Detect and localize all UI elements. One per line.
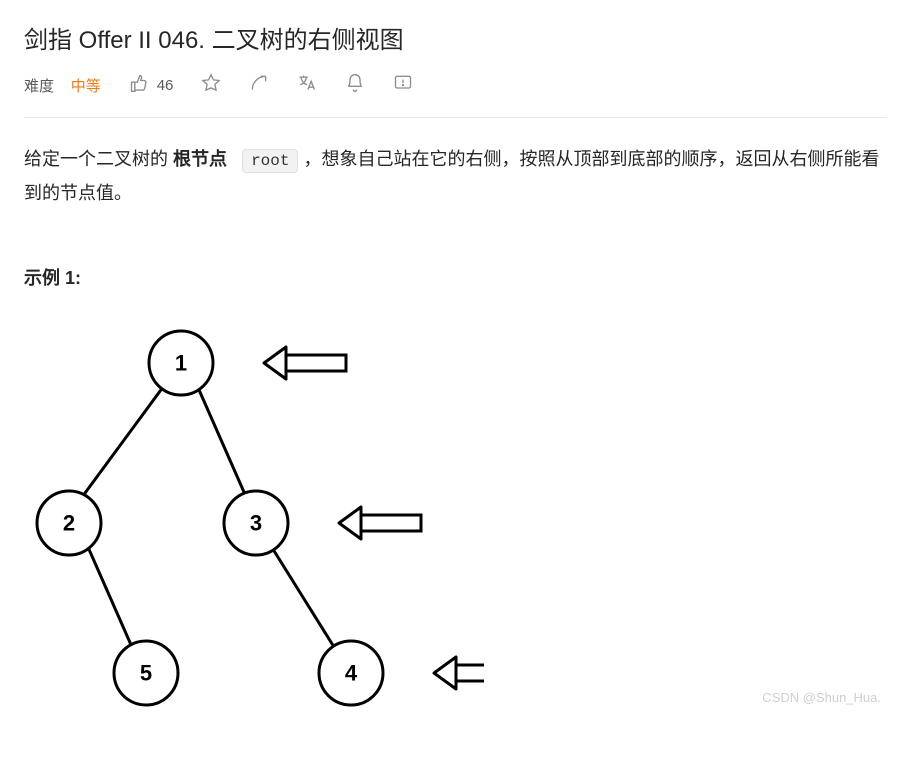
tree-svg: 1 2 3 5 4 [24, 313, 484, 713]
watermark: CSDN @Shun_Hua. [762, 686, 881, 711]
meta-row: 难度 中等 46 [24, 73, 887, 118]
svg-text:2: 2 [63, 510, 75, 535]
difficulty: 难度 中等 [24, 75, 101, 96]
tree-node-5: 5 [114, 641, 178, 705]
desc-strong: 根节点 [173, 149, 227, 169]
feedback-icon [393, 73, 413, 97]
tree-node-3: 3 [224, 491, 288, 555]
translate-icon [297, 73, 317, 97]
notification-button[interactable] [345, 73, 365, 97]
edge-1-3 [196, 383, 251, 508]
tree-diagram: 1 2 3 5 4 [24, 313, 887, 713]
star-icon [201, 73, 221, 97]
svg-text:3: 3 [250, 510, 262, 535]
edge-1-2 [74, 383, 166, 508]
share-button[interactable] [249, 73, 269, 97]
edge-3-4 [266, 538, 344, 663]
svg-text:5: 5 [140, 660, 152, 685]
description-paragraph: 给定一个二叉树的 根节点 root ，想象自己站在它的右侧，按照从顶部到底部的顺… [24, 142, 887, 211]
share-icon [249, 73, 269, 97]
tree-node-1: 1 [149, 331, 213, 395]
favorite-button[interactable] [201, 73, 221, 97]
desc-code: root [242, 149, 298, 173]
arrow-icon [434, 657, 484, 689]
example-heading: 示例 1: [24, 261, 887, 295]
tree-node-4: 4 [319, 641, 383, 705]
arrow-icon [339, 507, 421, 539]
feedback-button[interactable] [393, 73, 413, 97]
page-title: 剑指 Offer II 046. 二叉树的右侧视图 [24, 20, 887, 55]
arrow-icon [264, 347, 346, 379]
bell-icon [345, 73, 365, 97]
like-button[interactable]: 46 [129, 73, 174, 97]
thumbs-up-icon [129, 73, 149, 97]
like-count: 46 [157, 77, 174, 94]
svg-text:1: 1 [175, 350, 187, 375]
problem-description: 给定一个二叉树的 根节点 root ，想象自己站在它的右侧，按照从顶部到底部的顺… [24, 142, 887, 713]
svg-text:4: 4 [345, 660, 358, 685]
translate-button[interactable] [297, 73, 317, 97]
desc-text-a: 给定一个二叉树的 [24, 149, 173, 169]
difficulty-label: 难度 [24, 78, 54, 95]
tree-node-2: 2 [37, 491, 101, 555]
difficulty-value: 中等 [71, 78, 101, 95]
